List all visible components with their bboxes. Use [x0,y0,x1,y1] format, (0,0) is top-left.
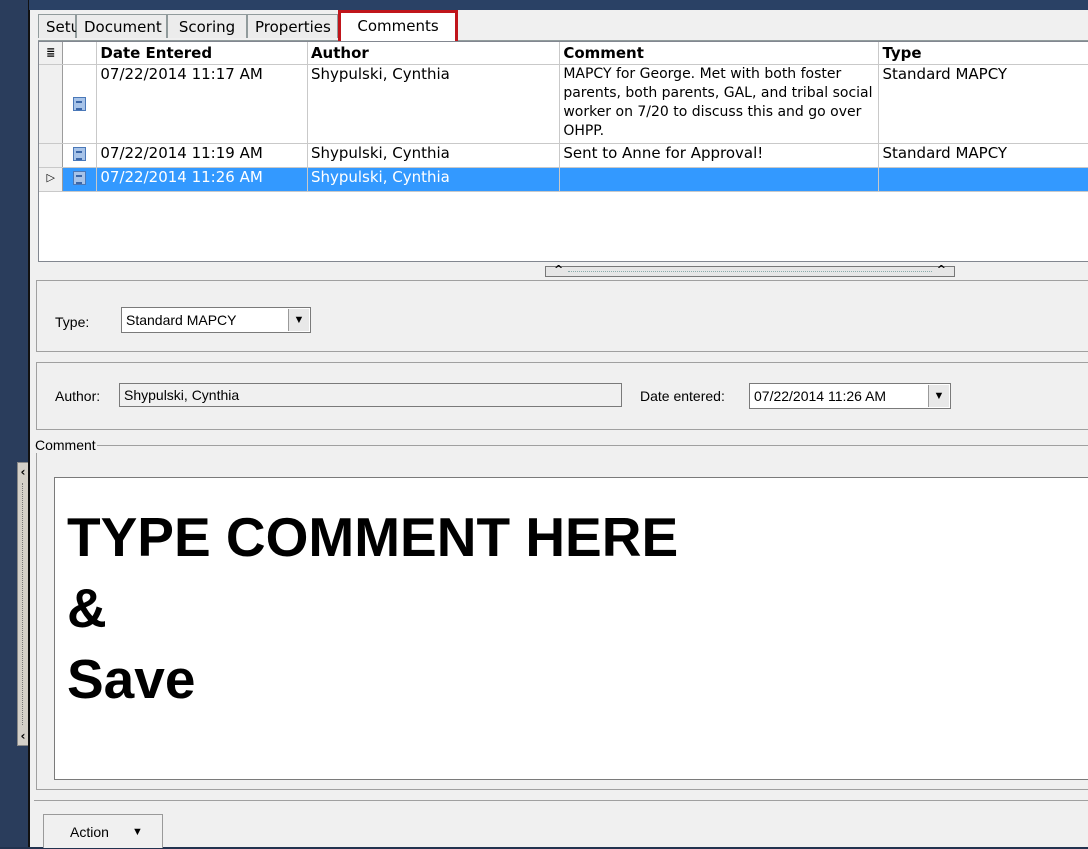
tab-scoring[interactable]: Scoring [167,14,247,38]
cell-comment: MAPCY for George. Met with both foster p… [559,64,880,144]
date-entered-value: 07/22/2014 11:26 AM [754,388,887,404]
cell-date: 07/22/2014 11:26 AM [96,167,308,192]
cell-comment: Sent to Anne for Approval! [559,143,880,168]
table-row[interactable]: 07/22/2014 11:19 AM Shypulski, Cynthia S… [39,143,1088,168]
table-row-selected[interactable]: ▷ 07/22/2014 11:26 AM Shypulski, Cynthia [39,167,1088,192]
type-label: Type: [55,314,90,330]
cell-type [878,167,1088,192]
table-row[interactable]: 07/22/2014 11:17 AM Shypulski, Cynthia M… [39,64,1088,144]
tab-strip: Setup Document Scoring Properties Commen… [38,10,1088,41]
comments-panel: Setup Document Scoring Properties Commen… [28,10,1088,848]
tab-properties[interactable]: Properties [247,14,338,38]
chevron-down-icon[interactable]: ▼ [928,385,949,407]
author-group: Author: Shypulski, Cynthia Date entered:… [36,362,1088,430]
column-header-type[interactable]: Type [878,42,1088,65]
icon-column-header[interactable] [62,42,98,65]
author-label: Author: [55,388,101,404]
column-header-comment[interactable]: Comment [559,42,880,65]
column-chooser-icon[interactable]: ≣ [39,42,64,65]
cell-type: Standard MAPCY [878,143,1088,168]
collapse-left-icon[interactable]: ‹ [18,729,28,743]
chevron-down-icon[interactable]: ▼ [288,309,309,331]
chevron-up-icon[interactable]: ^ [937,263,946,276]
document-icon [73,146,87,161]
tab-comments[interactable]: Comments [338,10,458,41]
grid-header-row: ≣ Date Entered Author Comment Type [39,42,1088,65]
collapse-left-icon[interactable]: ‹ [18,465,28,479]
comment-textarea[interactable]: TYPE COMMENT HERE & Save [54,477,1088,780]
date-entered-label: Date entered: [640,388,725,404]
action-bar: Action ▼ [34,800,1088,848]
type-group: Type: Standard MAPCY ▼ [36,280,1088,352]
author-field: Shypulski, Cynthia [119,383,622,407]
date-entered-picker[interactable]: 07/22/2014 11:26 AM ▼ [749,383,951,409]
tab-setup[interactable]: Setup [38,14,90,38]
row-pointer-icon[interactable]: ▷ [39,167,64,192]
type-select-value: Standard MAPCY [126,312,237,328]
comment-legend: Comment [35,437,96,453]
column-header-author[interactable]: Author [307,42,561,65]
cell-author: Shypulski, Cynthia [307,143,561,168]
document-icon [73,170,87,185]
cell-date: 07/22/2014 11:17 AM [96,64,308,144]
cell-author: Shypulski, Cynthia [307,167,561,192]
action-button[interactable]: Action ▼ [43,814,163,848]
row-indicator[interactable] [39,143,64,168]
chevron-up-icon[interactable]: ^ [554,263,563,276]
row-indicator[interactable] [39,64,64,144]
action-label: Action [70,824,109,840]
caret-down-icon: ▼ [132,826,143,838]
grid-resize-splitter[interactable]: ^ ^ [545,263,955,277]
tab-document[interactable]: Document [76,14,167,38]
cell-date: 07/22/2014 11:19 AM [96,143,308,168]
comments-grid: ≣ Date Entered Author Comment Type 07/22… [38,41,1088,262]
type-select[interactable]: Standard MAPCY ▼ [121,307,311,333]
column-header-date[interactable]: Date Entered [96,42,308,65]
cell-type: Standard MAPCY [878,64,1088,144]
cell-comment [559,167,880,192]
cell-author: Shypulski, Cynthia [307,64,561,144]
document-icon [73,97,87,111]
